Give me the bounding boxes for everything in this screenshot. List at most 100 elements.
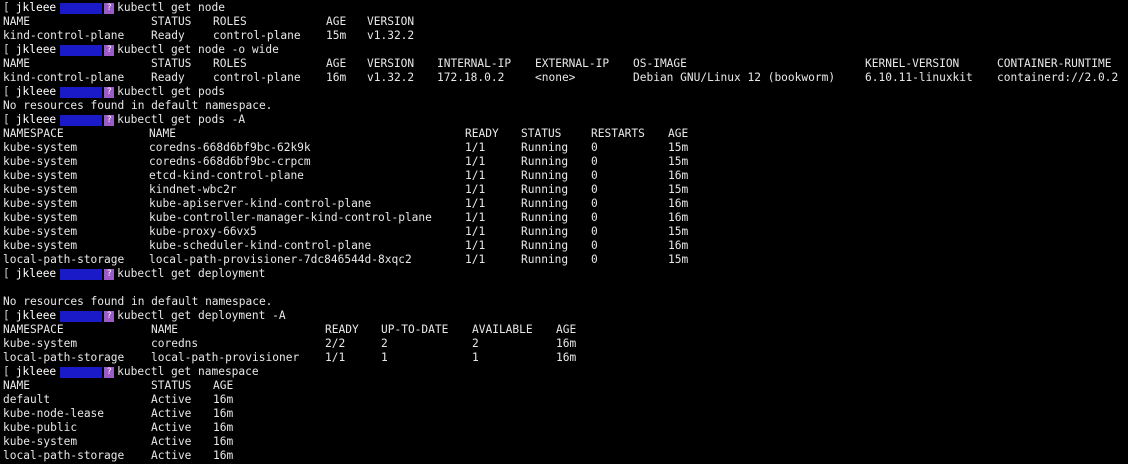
output-row: kube-system kube-proxy-66vx5 1/1 Running 0 15… [3, 225, 1125, 239]
output-row: No resources found in default namespace. [3, 99, 1125, 113]
command-text[interactable]: kubectl get deployment -A [117, 309, 285, 323]
output-cell: 0 [591, 253, 598, 266]
output-row: NAME STATUS ROLES AGE VERSION INTERNAL-IP EXTE… [3, 57, 1125, 71]
output-cell: 1/1 [465, 169, 486, 182]
output-cell: kind-control-plane [3, 29, 125, 42]
output-row: kube-system Active 16m [3, 435, 1125, 449]
output-row: kube-system coredns-668d6bf9bc-62k9k 1/1 Ru… [3, 141, 1125, 155]
output-cell: <none> [535, 71, 576, 84]
output-cell: Running [521, 225, 569, 238]
output-cell: Active [151, 435, 192, 448]
output-cell: kube-system [3, 141, 78, 154]
command-text[interactable]: kubectl get namespace [117, 365, 258, 379]
output-cell: VERSION [367, 15, 415, 28]
output-cell: 0 [591, 155, 598, 168]
output-cell: RESTARTS [591, 127, 645, 140]
output-row: default Active 16m [3, 393, 1125, 407]
output-cell: AGE [326, 57, 347, 70]
question-mark-icon: ? [104, 44, 115, 56]
output-cell: 2 [472, 337, 479, 350]
output-cell: NAMESPACE [3, 323, 64, 336]
output-cell: 1/1 [465, 141, 486, 154]
output-cell: Debian GNU/Linux 12 (bookworm) [633, 71, 836, 84]
output-cell: 16m [326, 71, 347, 84]
output-cell: 1/1 [465, 155, 486, 168]
output-row: kind-control-plane Ready control-plane 15m v… [3, 29, 1125, 43]
output-cell: Running [521, 141, 569, 154]
output-cell: 16m [556, 351, 577, 364]
prompt-user: jkleee [15, 365, 57, 378]
output-row: No resources found in default namespace. [3, 295, 1125, 309]
output-cell: kube-system [3, 225, 78, 238]
output-row: local-path-storage local-path-provisioner… [3, 253, 1125, 267]
output-cell: 16m [213, 407, 234, 420]
output-cell: 16m [668, 239, 689, 252]
output-row: kube-system coredns 2/2 2 2 16m [3, 337, 1125, 351]
output-cell: 0 [591, 211, 598, 224]
prompt-bracket: [ [3, 113, 10, 126]
host-block [60, 114, 103, 126]
output-cell: Running [521, 155, 569, 168]
output-cell: 1/1 [465, 239, 486, 252]
terminal-output[interactable]: [jkleee? kubectl get node NAME STATUS ROLES A… [3, 1, 1125, 463]
output-cell: 0 [591, 197, 598, 210]
host-block [60, 86, 103, 98]
output-cell: AGE [668, 127, 689, 140]
output-cell: local-path-provisioner [151, 351, 300, 364]
output-cell: kube-proxy-66vx5 [149, 225, 257, 238]
command-text[interactable]: kubectl get node [117, 1, 225, 15]
host-block [60, 310, 103, 322]
output-row [3, 281, 1125, 295]
output-cell: kube-system [3, 337, 78, 350]
host-block [60, 366, 103, 378]
output-cell: READY [465, 127, 499, 140]
output-cell: kube-system [3, 211, 78, 224]
output-cell: INTERNAL-IP [437, 57, 512, 70]
output-row: NAME STATUS ROLES AGE VERSION [3, 15, 1125, 29]
output-cell: STATUS [151, 57, 192, 70]
output-cell: local-path-storage [3, 351, 125, 364]
output-cell: 172.18.0.2 [437, 71, 505, 84]
output-cell: 1/1 [465, 183, 486, 196]
output-cell: kube-system [3, 435, 78, 448]
output-cell: AGE [326, 15, 347, 28]
prompt-bracket: [ [3, 85, 10, 98]
command-text[interactable]: kubectl get pods [117, 85, 225, 99]
output-cell: NAMESPACE [3, 127, 64, 140]
command-text[interactable]: kubectl get node -o wide [117, 43, 279, 57]
output-cell: containerd://2.0.2 [997, 71, 1119, 84]
output-cell: local-path-storage [3, 253, 125, 266]
output-cell: Active [151, 449, 192, 462]
output-cell: 1/1 [465, 197, 486, 210]
output-cell: 1/1 [465, 225, 486, 238]
output-cell: 15m [668, 155, 689, 168]
prompt-line: [jkleee? kubectl get deployment -A [3, 309, 1125, 323]
output-cell: 0 [591, 225, 598, 238]
host-block [60, 2, 103, 14]
output-cell: 15m [668, 183, 689, 196]
output-cell: coredns-668d6bf9bc-crpcm [149, 155, 311, 168]
output-cell: 1/1 [465, 253, 486, 266]
output-cell: Active [151, 407, 192, 420]
output-cell: Running [521, 197, 569, 210]
output-cell: kube-system [3, 155, 78, 168]
prompt-line: [jkleee? kubectl get pods [3, 85, 1125, 99]
prompt-bracket: [ [3, 267, 10, 280]
output-cell: Ready [151, 29, 185, 42]
output-row: kube-system etcd-kind-control-plane 1/1 Run… [3, 169, 1125, 183]
prompt-bracket: [ [3, 1, 10, 14]
output-cell: AGE [213, 379, 234, 392]
output-cell: EXTERNAL-IP [535, 57, 610, 70]
output-row: kube-system kube-scheduler-kind-control-p… [3, 239, 1125, 253]
command-text[interactable]: kubectl get deployment [117, 267, 265, 281]
question-mark-icon: ? [104, 86, 115, 98]
command-text[interactable]: kubectl get pods -A [117, 113, 245, 127]
output-row: kube-node-lease Active 16m [3, 407, 1125, 421]
output-cell: Active [151, 421, 192, 434]
output-cell: kube-system [3, 183, 78, 196]
output-cell: kube-scheduler-kind-control-plane [149, 239, 372, 252]
output-cell: KERNEL-VERSION [865, 57, 960, 70]
output-row: NAMESPACE NAME READY STATUS RESTARTS AGE [3, 127, 1125, 141]
output-cell: NAME [3, 57, 30, 70]
output-cell: STATUS [151, 15, 192, 28]
